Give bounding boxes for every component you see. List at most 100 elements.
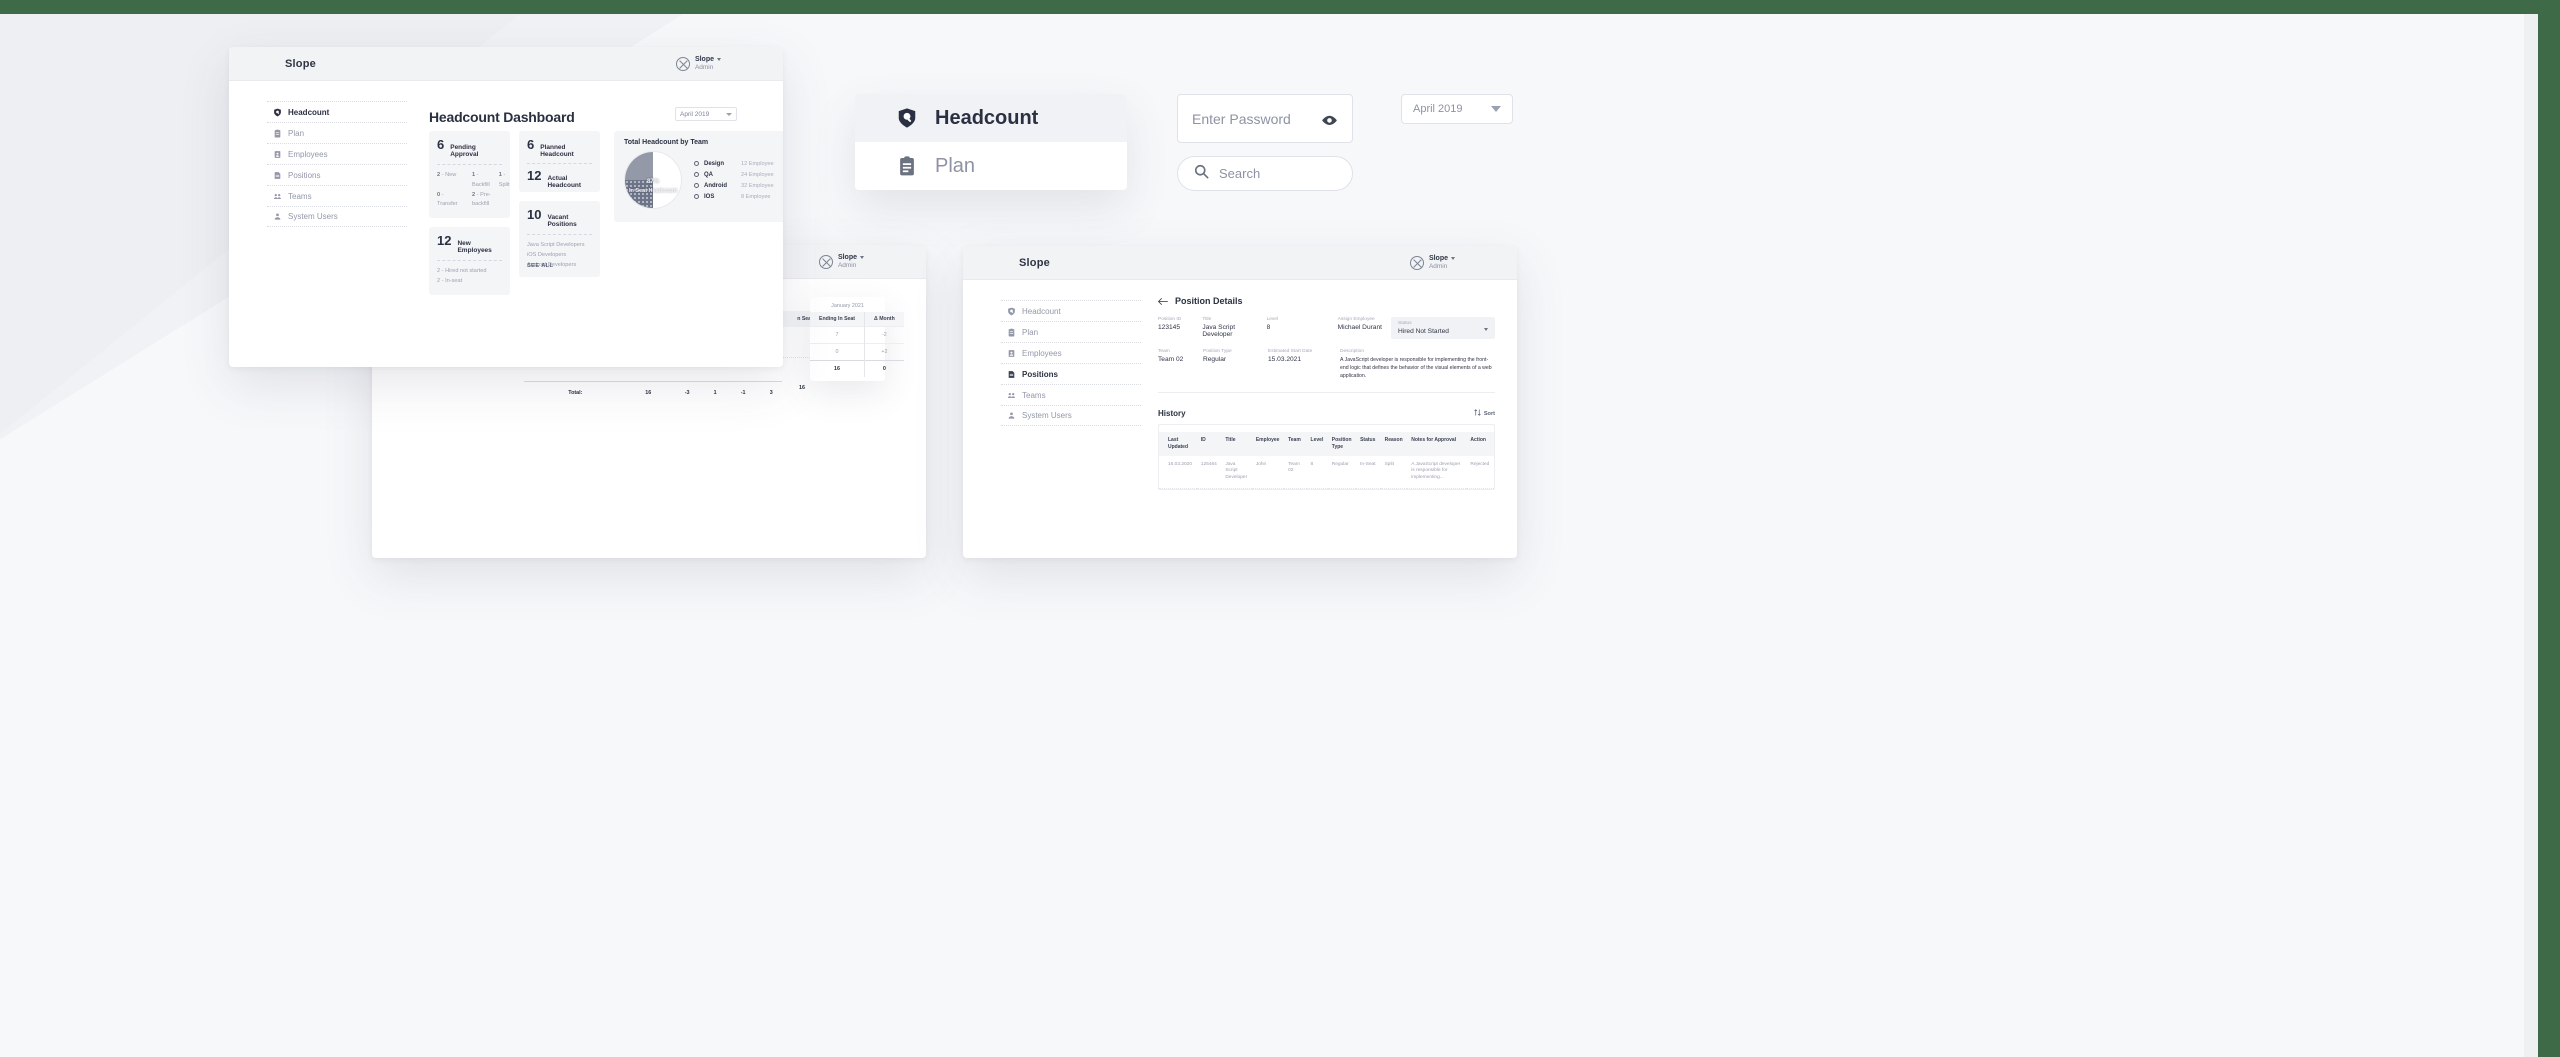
back-arrow-icon[interactable] [1158, 297, 1168, 305]
history-table: Last Updated ID Title Employee Team Leve… [1159, 432, 1494, 489]
sidebar-item-headcount[interactable]: Headcount [1001, 300, 1141, 321]
user-role: Admin [837, 262, 857, 270]
month-select-callout[interactable]: April 2019 [1401, 94, 1513, 124]
callout-nav-label: Headcount [935, 106, 1039, 129]
sidebar-item-positions[interactable]: Positions [267, 164, 407, 185]
sidebar-item-label: Employees [1022, 348, 1062, 358]
search-placeholder: Search [1219, 166, 1261, 181]
password-placeholder: Enter Password [1192, 110, 1291, 127]
card-label: Pending Approval [450, 144, 479, 158]
search-field-callout[interactable]: Search [1177, 156, 1353, 191]
user-role: Admin [694, 64, 714, 72]
person-icon [1007, 411, 1016, 420]
people-icon [1007, 391, 1016, 400]
table-row: 7 -2 [810, 326, 904, 344]
divider [437, 260, 502, 262]
history-title: History [1158, 409, 1186, 419]
card-label: New Employees [457, 240, 492, 255]
group-header: January 2021 [831, 303, 864, 309]
sidebar-item-system-users[interactable]: System Users [1001, 405, 1141, 426]
chevron-down-icon [726, 112, 732, 116]
sidebar-item-label: Positions [288, 170, 321, 180]
card-vacant-positions[interactable]: 10 Vacant Positions Java Script Develope… [519, 201, 600, 278]
divider [527, 234, 592, 235]
page-title: Position Details [1175, 296, 1243, 306]
sidebar-item-employees[interactable]: Employees [267, 143, 407, 164]
callout-nav-item-plan[interactable]: Plan [855, 142, 1127, 190]
legend-value: 32 Employee [741, 182, 774, 189]
month-filter-select[interactable]: April 2019 [675, 107, 737, 121]
id-badge-icon [1007, 349, 1016, 358]
card-breakdown: 2 - Hired not started 2 - In-seat [437, 267, 502, 287]
sort-button[interactable]: Sort [1474, 409, 1495, 418]
field-level: Level 8 [1266, 317, 1279, 331]
chevron-down-icon [1451, 256, 1455, 260]
sidebar-item-label: Employees [288, 149, 328, 159]
sidebar-item-plan[interactable]: Plan [267, 122, 407, 143]
legend-item[interactable]: QA 24 Employee [694, 172, 783, 178]
breakdown-item: 2 - Pre-backfill [472, 191, 491, 208]
sidebar-item-system-users[interactable]: System Users [267, 206, 407, 227]
nav-item-callout: Headcount Plan [855, 94, 1127, 190]
sidebar-item-employees[interactable]: Employees [1001, 342, 1141, 363]
position-details-panel: Position Details Position ID 123145 Titl… [1158, 296, 1495, 490]
card-label: Planned Headcount [540, 144, 574, 158]
card-value: 6 [527, 137, 535, 152]
ending-in-seat-table: Ending In Seat Δ Month 7 -2 0 +2 16 0 [810, 312, 904, 377]
legend-item[interactable]: Android 32 Employee [694, 183, 783, 189]
legend-item[interactable]: Design 12 Employee [694, 161, 783, 167]
month-select-value: April 2019 [1413, 103, 1463, 115]
user-menu[interactable]: Slope Admin [675, 47, 721, 81]
legend-value: 12 Employee [741, 160, 774, 167]
card-pending-approval[interactable]: 6 Pending Approval 2 - New 1 - Backfill … [429, 131, 510, 219]
design-canvas: Slope Slope Admin Total: 16 -3 [0, 14, 2524, 1057]
chevron-down-icon [1484, 328, 1488, 331]
sidebar-item-label: Headcount [1022, 306, 1061, 316]
avatar [1409, 256, 1424, 270]
legend-label: Android [704, 182, 727, 189]
breakdown-item: 2 - New [437, 172, 457, 178]
document-icon [1007, 370, 1016, 379]
table-total-row: 16 0 [810, 360, 904, 377]
field-team: Team Team 02 [1158, 349, 1184, 363]
legend-item[interactable]: IOS 8 Employee [694, 194, 783, 200]
frame-right-inner [2524, 14, 2538, 1057]
sidebar-item-label: Plan [1022, 327, 1039, 337]
app-brand: Slope [1019, 256, 1050, 269]
window-titlebar: Slope Slope Admin [963, 246, 1517, 280]
field-description: Description A JavaScript developer is re… [1340, 349, 1492, 380]
status-select[interactable]: Status Hired Not Started [1391, 317, 1495, 339]
breakdown-item: 2 - In-seat [437, 277, 463, 284]
password-field-callout[interactable]: Enter Password [1177, 94, 1353, 143]
sidebar-item-plan[interactable]: Plan [1001, 321, 1141, 342]
sidebar-item-label: Teams [1022, 390, 1046, 400]
headcount-left-table: Total: 16 -3 1 -1 3 [524, 385, 782, 401]
field-title: Title Java Script Developer [1202, 317, 1236, 338]
card-new-employees[interactable]: 12 New Employees 2 - Hired not started 2… [429, 227, 510, 295]
eye-icon[interactable] [1321, 113, 1338, 126]
user-menu[interactable]: Slope Admin [818, 245, 864, 279]
sidebar-item-teams[interactable]: Teams [1001, 384, 1141, 405]
stat-cards: 6 Pending Approval 2 - New 1 - Backfill … [429, 131, 600, 295]
list-item: iOS Developers [527, 251, 567, 258]
stat-column-1: 6 Pending Approval 2 - New 1 - Backfill … [429, 131, 510, 295]
sidebar: Headcount Plan Employees Positions Teams… [1001, 300, 1141, 426]
card-headcount-summary[interactable]: 6 Planned Headcount 12 Actual Headcount [519, 131, 600, 192]
sidebar-item-positions[interactable]: Positions [1001, 363, 1141, 384]
id-badge-icon [273, 150, 282, 159]
table-row: Total: 16 -3 1 -1 3 [524, 385, 782, 401]
history-header: History Sort [1158, 409, 1495, 418]
user-name: Slope [695, 56, 721, 64]
sidebar-item-teams[interactable]: Teams [267, 185, 407, 206]
callout-nav-item-headcount[interactable]: Headcount [855, 94, 1127, 142]
table-header-row: Ending In Seat Δ Month [810, 312, 904, 327]
history-table-wrap: Last Updated ID Title Employee Team Leve… [1158, 424, 1495, 490]
table-header-row: Last Updated ID Title Employee Team Leve… [1159, 432, 1494, 456]
position-details-window: Slope Slope Admin Headcount Plan Employe… [963, 246, 1517, 558]
legend-label: QA [704, 171, 713, 178]
sidebar-item-label: Teams [288, 191, 312, 201]
headcount-right-columns: January 2021 Ending In Seat Δ Month 7 -2… [810, 297, 904, 381]
sidebar-item-headcount[interactable]: Headcount [267, 101, 407, 122]
table-row[interactable]: 16.03.2020 125464 Java Script Developer … [1159, 455, 1494, 489]
user-menu[interactable]: Slope Admin [1409, 246, 1455, 280]
